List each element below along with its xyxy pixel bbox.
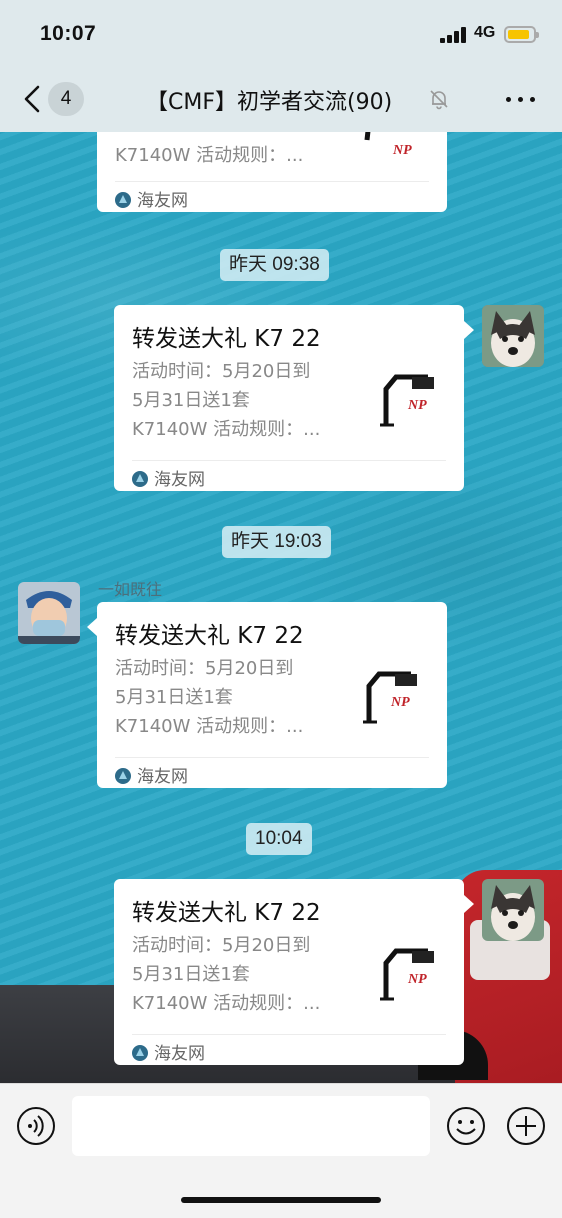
top-bar: 10:07 4G 4 【CMF】初学者交流(90) — [0, 0, 562, 132]
source-logo-icon — [115, 768, 131, 784]
card-description: K7140W 活动规则：... — [115, 145, 304, 166]
network-label: 4G — [474, 24, 496, 41]
card-divider — [115, 757, 429, 758]
product-thumbnail: NP — [380, 374, 434, 427]
bell-off-icon — [430, 90, 448, 110]
message-card[interactable]: 转发送大礼 K7 22 活动时间：5月20日到 5月31日送1套 K7140W … — [114, 879, 474, 1065]
card-title: 转发送大礼 K7 22 — [132, 326, 321, 352]
card-source: 海友网 — [132, 465, 205, 490]
home-indicator[interactable] — [181, 1197, 381, 1203]
card-divider — [115, 181, 429, 182]
status-time: 10:07 — [40, 22, 97, 45]
card-source: 海友网 — [115, 186, 188, 211]
signal-icon — [440, 27, 468, 43]
timestamp: 10:04 — [246, 823, 312, 855]
card-description: 活动时间：5月20日到 5月31日送1套 K7140W 活动规则：... — [115, 658, 304, 737]
voice-icon[interactable] — [16, 1106, 56, 1146]
avatar[interactable] — [482, 879, 544, 941]
card-title: 转发送大礼 K7 22 — [115, 623, 304, 649]
card-divider — [132, 460, 446, 461]
chat-area[interactable]: K7140W 活动规则：... NP 海友网 昨天 09:38 转发送大礼 K7… — [0, 132, 562, 1083]
timestamp: 昨天 09:38 — [220, 249, 329, 281]
card-description: 活动时间：5月20日到 5月31日送1套 K7140W 活动规则：... — [132, 935, 321, 1014]
unread-badge[interactable]: 4 — [48, 82, 84, 116]
message-card[interactable]: K7140W 活动规则：... NP 海友网 — [97, 132, 447, 212]
page-title: 【CMF】初学者交流(90) — [146, 90, 393, 115]
chevron-left-icon[interactable] — [22, 85, 42, 113]
source-logo-icon — [132, 1045, 148, 1061]
emoji-icon[interactable] — [446, 1106, 486, 1146]
thumbnail-logo: NP — [407, 972, 427, 987]
thumbnail-logo: NP — [407, 398, 427, 413]
sender-name: 一如既往 — [98, 580, 163, 599]
card-source: 海友网 — [132, 1039, 205, 1064]
message-card[interactable]: 转发送大礼 K7 22 活动时间：5月20日到 5月31日送1套 K7140W … — [87, 602, 447, 788]
source-logo-icon — [115, 192, 131, 208]
avatar[interactable] — [18, 582, 80, 644]
source-logo-icon — [132, 471, 148, 487]
message-input[interactable] — [72, 1096, 430, 1156]
product-thumbnail: NP — [359, 132, 427, 182]
card-title: 转发送大礼 K7 22 — [132, 900, 321, 926]
timestamp: 昨天 19:03 — [222, 526, 331, 558]
thumbnail-logo: NP — [392, 143, 412, 158]
product-thumbnail: NP — [380, 948, 434, 1001]
battery-icon — [504, 26, 539, 43]
thumbnail-logo: NP — [390, 695, 410, 710]
product-thumbnail: NP — [363, 671, 417, 724]
card-source: 海友网 — [115, 762, 188, 787]
more-dots-icon[interactable] — [506, 97, 536, 103]
card-divider — [132, 1034, 446, 1035]
avatar[interactable] — [482, 305, 544, 367]
plus-icon[interactable] — [506, 1106, 546, 1146]
message-card[interactable]: 转发送大礼 K7 22 活动时间：5月20日到 5月31日送1套 K7140W … — [114, 305, 474, 491]
card-description: 活动时间：5月20日到 5月31日送1套 K7140W 活动规则：... — [132, 361, 321, 440]
